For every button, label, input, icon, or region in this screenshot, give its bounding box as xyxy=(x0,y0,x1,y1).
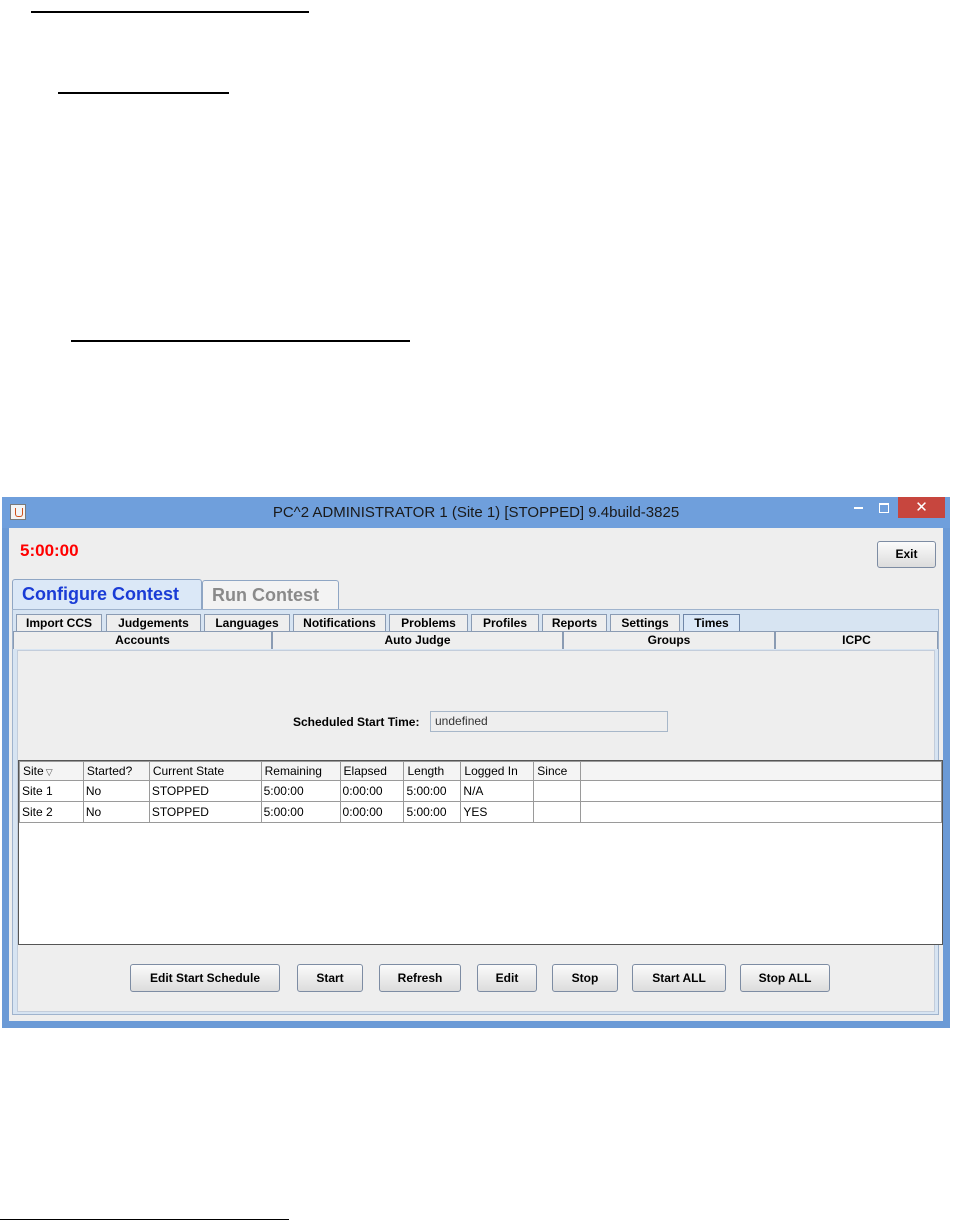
cell-current-state: STOPPED xyxy=(148,801,262,823)
configure-tab-panel: Import CCS Judgements Languages Notifica… xyxy=(12,609,943,1015)
edit-start-schedule-button[interactable]: Edit Start Schedule xyxy=(130,964,280,992)
tab-times[interactable]: Times xyxy=(683,614,740,631)
maximize-icon xyxy=(879,503,889,514)
edit-button[interactable]: Edit xyxy=(477,964,537,992)
maximize-button[interactable] xyxy=(871,497,897,518)
start-button[interactable]: Start xyxy=(297,964,363,992)
table-row[interactable]: Site 1 No STOPPED 5:00:00 0:00:00 5:00:0… xyxy=(19,780,942,802)
sort-descending-icon: ▽ xyxy=(45,767,53,777)
tab-import-ccs[interactable]: Import CCS xyxy=(16,614,102,631)
column-header-filler xyxy=(580,761,942,781)
cell-site: Site 2 xyxy=(19,801,84,823)
tab-accounts[interactable]: Accounts xyxy=(13,631,272,649)
tab-judgements[interactable]: Judgements xyxy=(106,614,201,631)
tab-languages[interactable]: Languages xyxy=(204,614,290,631)
title-bar[interactable]: PC^2 ADMINISTRATOR 1 (Site 1) [STOPPED] … xyxy=(2,497,950,528)
minimize-icon xyxy=(853,507,863,510)
cell-remaining: 5:00:00 xyxy=(260,801,341,823)
tab-profiles[interactable]: Profiles xyxy=(471,614,539,631)
cell-logged-in: N/A xyxy=(460,780,535,802)
column-header-current-state[interactable]: Current State xyxy=(148,761,262,781)
doc-heading-underline-1 xyxy=(31,11,309,13)
tab-problems[interactable]: Problems xyxy=(389,614,468,631)
tab-configure-contest[interactable]: Configure Contest xyxy=(12,579,202,610)
close-icon: ✕ xyxy=(915,499,928,516)
table-header-row: Site ▽ Started? Current State Remaining E… xyxy=(19,761,942,781)
tab-run-contest[interactable]: Run Contest xyxy=(202,580,339,609)
footnote-separator xyxy=(0,1219,289,1220)
minimize-button[interactable] xyxy=(845,497,871,518)
sites-grid: Site ▽ Started? Current State Remaining E… xyxy=(19,761,942,823)
scheduled-start-label: Scheduled Start Time: xyxy=(293,715,420,729)
doc-heading-underline-3 xyxy=(71,340,410,342)
tab-reports[interactable]: Reports xyxy=(542,614,607,631)
stop-button[interactable]: Stop xyxy=(552,964,618,992)
cell-length: 5:00:00 xyxy=(403,801,462,823)
column-header-remaining[interactable]: Remaining xyxy=(260,761,341,781)
cell-started: No xyxy=(82,801,150,823)
doc-heading-underline-2 xyxy=(58,92,229,94)
tab-groups[interactable]: Groups xyxy=(563,631,775,649)
cell-elapsed: 0:00:00 xyxy=(339,780,405,802)
client-area: 5:00:00 Exit Configure Contest Run Conte… xyxy=(9,528,943,1021)
column-header-site[interactable]: Site ▽ xyxy=(19,761,84,781)
column-header-length[interactable]: Length xyxy=(403,761,462,781)
cell-remaining: 5:00:00 xyxy=(260,780,341,802)
cell-logged-in: YES xyxy=(460,801,535,823)
column-header-logged-in[interactable]: Logged In xyxy=(460,761,535,781)
tab-settings[interactable]: Settings xyxy=(610,614,680,631)
close-button[interactable]: ✕ xyxy=(898,497,945,518)
column-header-started[interactable]: Started? xyxy=(82,761,150,781)
cell-current-state: STOPPED xyxy=(148,780,262,802)
times-pane: Scheduled Start Time: undefined Site ▽ St… xyxy=(17,650,943,1012)
column-header-elapsed[interactable]: Elapsed xyxy=(339,761,405,781)
app-window: PC^2 ADMINISTRATOR 1 (Site 1) [STOPPED] … xyxy=(2,497,950,1028)
stop-all-button[interactable]: Stop ALL xyxy=(740,964,830,992)
tab-auto-judge[interactable]: Auto Judge xyxy=(272,631,563,649)
tab-icpc[interactable]: ICPC xyxy=(775,631,938,649)
cell-length: 5:00:00 xyxy=(403,780,462,802)
cell-site: Site 1 xyxy=(19,780,84,802)
tab-notifications[interactable]: Notifications xyxy=(293,614,386,631)
refresh-button[interactable]: Refresh xyxy=(379,964,461,992)
scheduled-start-field[interactable]: undefined xyxy=(430,711,668,732)
cell-started: No xyxy=(82,780,150,802)
cell-since xyxy=(533,780,582,802)
table-row[interactable]: Site 2 No STOPPED 5:00:00 0:00:00 5:00:0… xyxy=(19,801,942,823)
contest-timer: 5:00:00 xyxy=(20,541,79,560)
column-header-since[interactable]: Since xyxy=(533,761,582,781)
exit-button[interactable]: Exit xyxy=(877,541,936,568)
cell-filler xyxy=(580,780,942,802)
cell-since xyxy=(533,801,582,823)
cell-elapsed: 0:00:00 xyxy=(339,801,405,823)
sites-table[interactable]: Site ▽ Started? Current State Remaining E… xyxy=(18,760,943,945)
start-all-button[interactable]: Start ALL xyxy=(632,964,726,992)
window-title: PC^2 ADMINISTRATOR 1 (Site 1) [STOPPED] … xyxy=(272,504,680,521)
cell-filler xyxy=(580,801,942,823)
